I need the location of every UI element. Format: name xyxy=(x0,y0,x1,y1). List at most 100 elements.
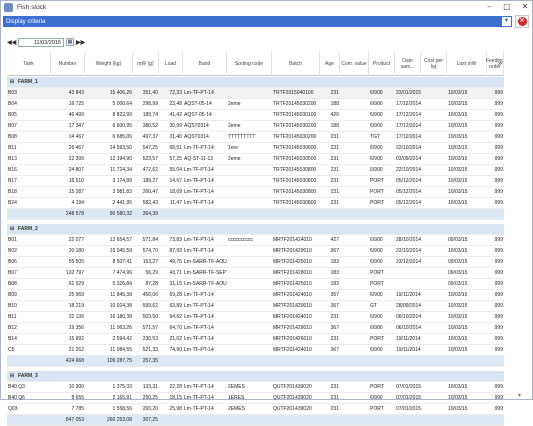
cell-band: Lm-TF-PT-14 xyxy=(184,395,214,401)
cell-cost-per-kg xyxy=(421,143,447,154)
column-header[interactable]: Date sam... xyxy=(395,51,421,76)
column-header[interactable]: Product xyxy=(369,51,395,76)
cell-age: 231 xyxy=(330,167,339,173)
table-row[interactable]: B06 55 505 8 507,41 153,27 49,75 Lm-SARR-TF-A… xyxy=(7,257,504,268)
cell-feeding-order: 999 xyxy=(494,347,503,353)
cell-feeding-order: 999 xyxy=(494,134,503,140)
cell-batch: MRTF201429010 xyxy=(273,303,312,309)
table-row[interactable]: C5 21 262 11 084,55 521,33 74,90 Lm-TF-PT-14 M… xyxy=(7,345,504,356)
cell-com-value xyxy=(340,99,369,110)
group-total-row[interactable]: 847 053 260 253,08 307,25 xyxy=(7,415,504,426)
table-row[interactable]: B40 Q6 8 655 2 165,91 250,25 18,15 Lm-TF-PT-1… xyxy=(7,393,504,404)
table-row[interactable]: B08 14 467 6 685,06 497,37 31,40 AQST0314 TTTT… xyxy=(7,132,504,143)
calendar-icon[interactable]: ▦ xyxy=(66,38,74,46)
column-header[interactable]: Com. value xyxy=(340,51,369,76)
cell-tank: B05 xyxy=(8,112,17,118)
cell-weight-kg: 11 845,38 xyxy=(110,292,132,298)
cell-weight-kg: 15 406,26 xyxy=(109,90,132,96)
cell-cost-per-kg xyxy=(421,165,447,176)
cell-feeding-order: 999 xyxy=(494,303,503,309)
table-row[interactable]: B02 20 180 15 045,59 574,70 87,99 Lm-TF-PT-14… xyxy=(7,246,504,257)
cell-batch: MRTF201428010 xyxy=(273,270,312,276)
maximize-icon[interactable]: □ xyxy=(502,2,512,12)
group-total-row[interactable]: 248 578 90 580,32 364,39 xyxy=(7,209,504,220)
group-row[interactable]: ⊟ FARM_1 xyxy=(7,77,504,88)
table-row[interactable]: B10 18 219 10 924,38 599,62 63,89 Lm-TF-PT-14… xyxy=(7,301,504,312)
table-row[interactable]: B01 22 077 12 654,57 571,84 73,83 Lm-TF-PT-14… xyxy=(7,235,504,246)
cell-weight-kg: 8 822,99 xyxy=(112,112,132,118)
column-header[interactable]: Sorting code xyxy=(227,51,272,76)
column-header[interactable]: Last mW xyxy=(447,51,487,76)
cell-product: PORT xyxy=(370,200,384,206)
table-row[interactable]: B05 46 499 8 822,99 189,74 41,42 AQST-05-14 TR… xyxy=(7,110,504,121)
table-row[interactable]: B14 15 992 2 594,42 230,53 21,02 Lm-TF-PT-14 M… xyxy=(7,334,504,345)
cell-date-sam: 03/09/2014 xyxy=(396,156,421,162)
display-criteria-bar[interactable]: Display criteria ▼ xyxy=(3,16,512,27)
cell-product xyxy=(369,209,395,220)
column-header[interactable]: Batch xyxy=(272,51,320,76)
cell-number: 46 499 xyxy=(68,112,84,118)
cell-batch: MRTF201424010 xyxy=(273,237,312,243)
table-row[interactable]: B17 16 510 3 174,89 189,27 14,67 Lm-TF-PT-14 T… xyxy=(7,176,504,187)
table-row[interactable]: B12 19 356 11 063,26 571,57 64,70 Lm-TF-PT-14… xyxy=(7,323,504,334)
cell-com-value xyxy=(340,382,369,393)
next-date-button[interactable]: ▶▶ xyxy=(76,39,85,46)
table-row[interactable]: B07 17 347 6 600,95 380,52 30,99 AQST0314 2eme… xyxy=(7,121,504,132)
group-row[interactable]: ⊟ FARM_3 xyxy=(7,371,504,382)
cell-weight-kg: 1 375,33 xyxy=(112,384,132,390)
cell-number: 16 510 xyxy=(68,178,84,184)
cell-number: 10 300 xyxy=(68,384,84,390)
table-row[interactable]: Q03 7 785 1 558,56 200,20 25,98 Lm-TF-PT-14 2E… xyxy=(7,404,504,415)
minimize-icon[interactable]: – xyxy=(484,2,494,12)
cell-number: 17 347 xyxy=(68,123,84,129)
close-criteria-button[interactable]: ✕ xyxy=(515,15,529,28)
group-row[interactable]: ⊟ FARM_2 xyxy=(7,224,504,235)
date-input[interactable]: 11/03/2015 xyxy=(18,37,64,47)
table-row[interactable]: B40 Q3 10 300 1 375,33 133,31 22,28 Lm-TF-PT-… xyxy=(7,382,504,393)
cell-weight-kg: 11 724,34 xyxy=(110,167,132,173)
table-row[interactable]: B16 24 807 11 724,34 472,62 55,04 Lm-TF-PT-14… xyxy=(7,165,504,176)
cell-batch: MRTF201426010 xyxy=(273,336,312,342)
cell-load: 14,67 xyxy=(169,178,182,184)
table-row[interactable]: B04 16 725 5 000,64 298,99 23,48 AQST-05-14 2e… xyxy=(7,99,504,110)
column-header[interactable]: Cost per kg xyxy=(421,51,447,76)
collapse-icon[interactable]: ⊟ xyxy=(9,224,17,235)
table-row[interactable]: B03 43 843 15 406,26 351,40 72,33 Lm-TF-PT-14… xyxy=(7,88,504,99)
column-header[interactable]: Weight (kg) xyxy=(85,51,133,76)
table-row[interactable]: B07 132 797 7 474,96 56,29 43,71 Lm-SARR-TF-S… xyxy=(7,268,504,279)
column-header[interactable]: Load xyxy=(159,51,183,76)
column-header[interactable]: mW (g) xyxy=(133,51,159,76)
cell-last-mw: 10/03/15 xyxy=(448,292,468,298)
cell-feeding-order: 999 xyxy=(494,112,503,118)
table-row[interactable]: B08 61 029 5 326,84 87,28 31,15 Lm-SARR-TF-AO… xyxy=(7,279,504,290)
table-row[interactable]: B09 25 969 11 845,38 456,06 69,28 Lm-TF-PT-14… xyxy=(7,290,504,301)
table-row[interactable]: B11 32 136 16 180,38 503,50 94,62 Lm-TF-PT-14… xyxy=(7,312,504,323)
cell-band: AQST0314 xyxy=(184,123,209,129)
cell-com-value xyxy=(340,404,369,415)
close-window-icon[interactable]: ✕ xyxy=(520,2,530,12)
collapse-icon[interactable]: ⊟ xyxy=(9,371,17,382)
cell-last-mw: 10/03/15 xyxy=(448,101,468,107)
table-row[interactable]: B24 4 194 2 441,95 582,43 11,47 Lm-TF-PT-14 TR… xyxy=(7,198,504,209)
column-header[interactable]: Age xyxy=(320,51,340,76)
column-header[interactable]: Band xyxy=(183,51,227,76)
column-header[interactable]: Tank xyxy=(7,51,51,76)
cell-feeding-order: 999 xyxy=(494,167,503,173)
chevron-down-icon[interactable]: ▼ xyxy=(502,17,511,26)
collapse-icon[interactable]: ⊟ xyxy=(9,77,17,88)
columns-menu-icon[interactable]: ≫ xyxy=(497,51,504,76)
cell-sorting-code: TTTTTTTTT xyxy=(228,134,256,140)
column-header[interactable]: Number xyxy=(51,51,85,76)
cell-feeding-order: 999 xyxy=(494,200,503,206)
cell-mw-g: 497,37 xyxy=(142,134,158,140)
table-row[interactable]: B11 26 467 14 593,50 547,25 68,51 Lm-TF-PT-14… xyxy=(7,143,504,154)
cell-last-mw: 10/03/15 xyxy=(448,145,468,151)
cell-age: 367 xyxy=(330,325,339,331)
group-total-row[interactable]: 424 668 109 287,75 257,35 xyxy=(7,356,504,367)
previous-date-button[interactable]: ◀◀ xyxy=(7,39,16,46)
cell-tank: B11 xyxy=(8,145,17,151)
cell-sorting-code: 2eme xyxy=(228,123,241,129)
table-row[interactable]: B18 15 287 3 981,83 260,47 18,69 Lm-TF-PT-14 T… xyxy=(7,187,504,198)
scroll-down-icon[interactable]: ▾ xyxy=(518,392,528,399)
table-row[interactable]: B13 22 399 12 194,90 523,57 57,25 AQ-ST-11-13… xyxy=(7,154,504,165)
